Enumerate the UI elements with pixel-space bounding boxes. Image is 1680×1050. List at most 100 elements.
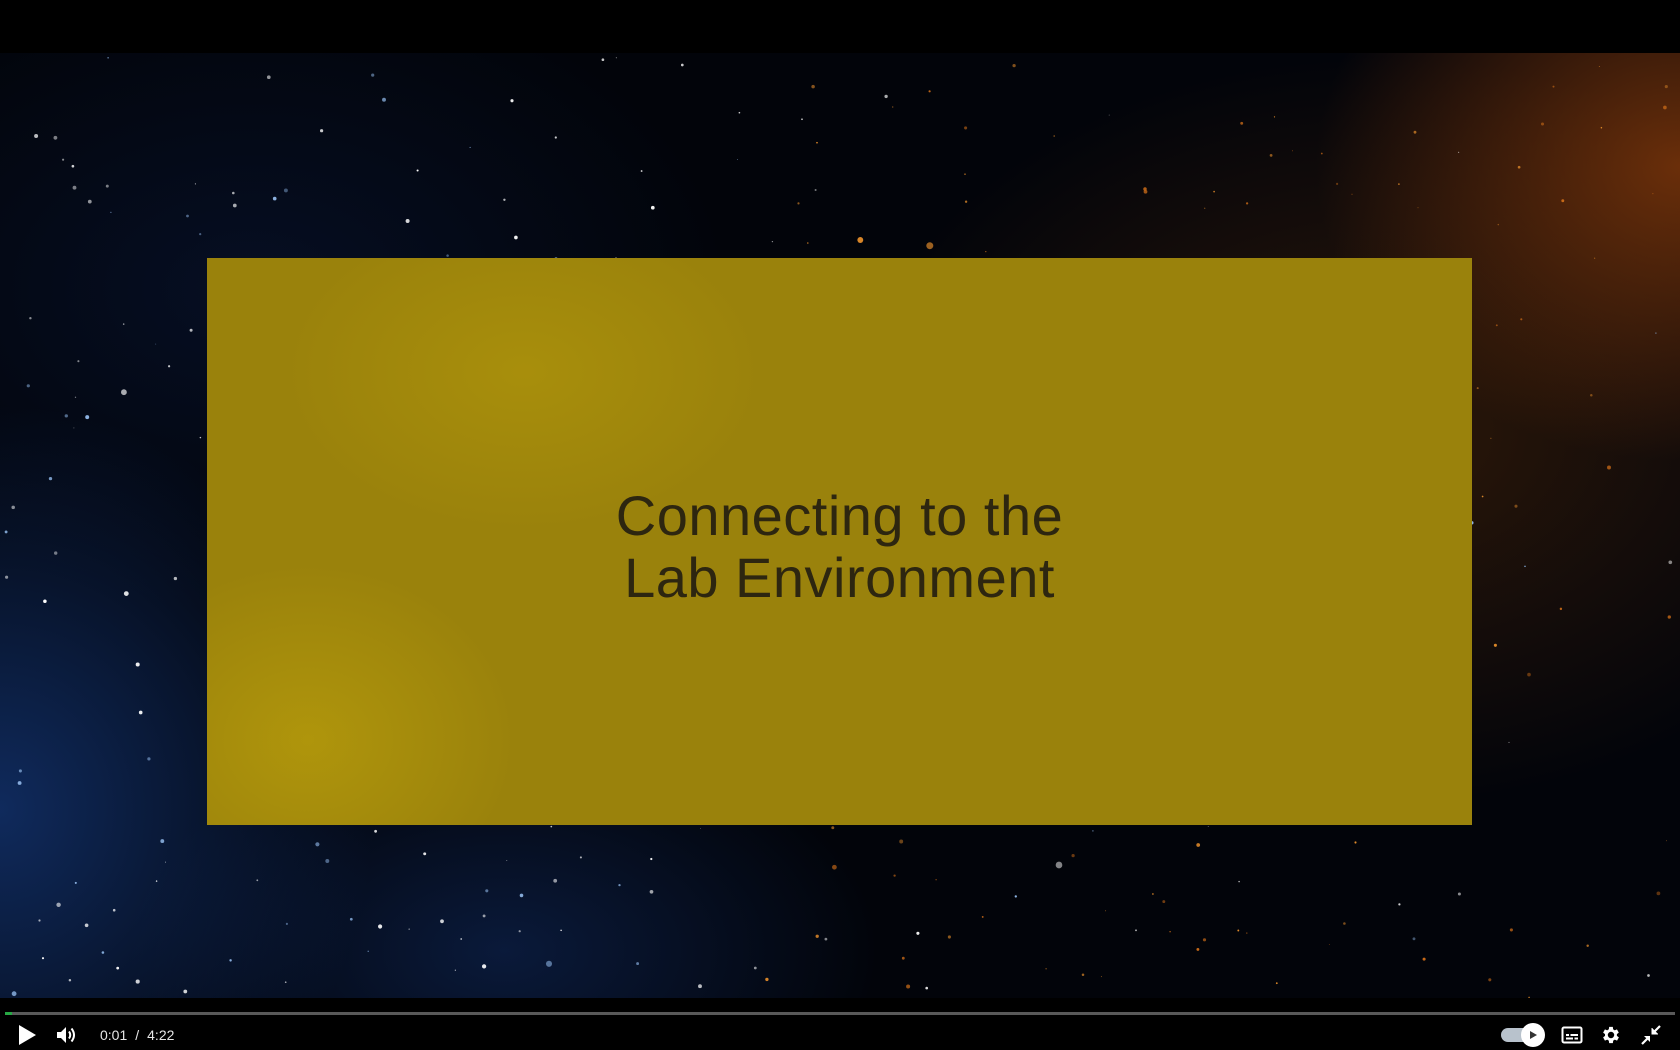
star (482, 914, 486, 918)
star (1527, 672, 1531, 677)
star (1053, 135, 1056, 137)
star (138, 710, 143, 715)
star (601, 58, 605, 62)
star (510, 99, 514, 103)
star (378, 924, 383, 929)
star (1514, 504, 1518, 508)
star (41, 957, 45, 960)
star (186, 214, 189, 218)
star (964, 173, 966, 175)
star (1240, 121, 1244, 125)
star (17, 781, 22, 785)
star (935, 879, 937, 881)
star (700, 828, 701, 829)
star (1143, 187, 1147, 191)
star (423, 852, 427, 856)
star (199, 436, 202, 439)
progress-bar[interactable] (5, 1012, 1675, 1015)
star (1664, 85, 1668, 89)
star (765, 977, 769, 982)
star (1273, 116, 1276, 118)
star (1598, 66, 1600, 68)
star (122, 323, 125, 325)
star (1412, 937, 1416, 941)
star (1497, 223, 1500, 226)
star (857, 237, 864, 243)
star (481, 964, 487, 969)
star (797, 202, 800, 205)
star (1045, 968, 1047, 970)
star (1509, 928, 1513, 932)
star (105, 184, 109, 188)
star (1561, 199, 1565, 203)
video-frame[interactable]: Connecting to the Lab Environment (0, 53, 1680, 998)
star (1493, 643, 1497, 647)
video-player[interactable]: Connecting to the Lab Environment 0:01 / 4… (0, 0, 1680, 1050)
exit-fullscreen-button[interactable] (1634, 1020, 1668, 1050)
star (1105, 910, 1107, 912)
star (1413, 130, 1417, 134)
star (1351, 193, 1353, 195)
star (183, 989, 188, 994)
star (199, 232, 202, 236)
star (1600, 126, 1603, 129)
star (1196, 843, 1201, 847)
star (1269, 154, 1273, 157)
play-button[interactable] (10, 1020, 44, 1050)
star (1552, 85, 1555, 88)
star (54, 551, 58, 555)
star (53, 135, 58, 140)
star (899, 839, 904, 844)
star (26, 384, 30, 388)
star (1668, 560, 1673, 565)
star (831, 826, 835, 830)
star (640, 170, 643, 172)
captions-button[interactable] (1555, 1020, 1589, 1050)
star (173, 576, 178, 581)
star (1291, 150, 1294, 152)
star (155, 343, 157, 345)
star (1055, 861, 1063, 869)
star (1422, 957, 1426, 961)
duration: 4:22 (147, 1027, 175, 1043)
star (87, 199, 92, 204)
volume-button[interactable] (50, 1020, 84, 1050)
star (68, 978, 72, 982)
star (147, 757, 151, 761)
star (320, 129, 324, 133)
star (1559, 607, 1563, 611)
star (1541, 122, 1544, 126)
star (1162, 900, 1166, 904)
star (110, 211, 112, 214)
star (814, 188, 817, 192)
time-display: 0:01 / 4:22 (100, 1020, 174, 1050)
star (135, 662, 140, 667)
star (160, 839, 165, 844)
star (816, 141, 818, 144)
star (1665, 840, 1667, 842)
star (121, 389, 127, 396)
star (315, 842, 320, 847)
star (454, 969, 456, 971)
star (1524, 565, 1526, 568)
star (266, 75, 271, 80)
autoplay-toggle[interactable] (1497, 1020, 1545, 1050)
star (135, 979, 140, 984)
star (107, 57, 109, 59)
star (382, 97, 386, 102)
star (77, 360, 80, 363)
star (56, 902, 61, 908)
star (71, 164, 75, 168)
star (1012, 63, 1016, 68)
star (18, 769, 22, 773)
star (1663, 105, 1667, 110)
star (1457, 892, 1461, 896)
star (985, 251, 987, 253)
star (112, 908, 116, 912)
settings-button[interactable] (1594, 1020, 1628, 1050)
star (550, 825, 553, 828)
star (1238, 880, 1240, 883)
star (1081, 973, 1085, 976)
star (408, 928, 410, 930)
star (518, 930, 521, 933)
